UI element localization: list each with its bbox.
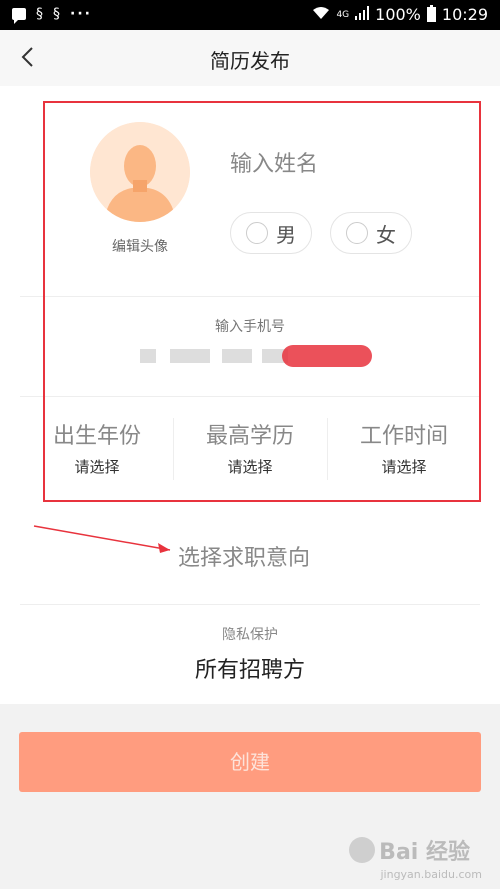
signal-icon	[355, 5, 370, 24]
watermark: Bai 经验	[349, 834, 470, 866]
radio-circle-icon	[346, 222, 368, 244]
message-icon	[12, 8, 26, 24]
picker-title: 出生年份	[52, 424, 141, 449]
privacy-label: 隐私保护	[222, 627, 278, 643]
redacted-block	[140, 349, 156, 363]
birth-year-picker[interactable]: 出生年份 请选择	[20, 418, 174, 484]
phone-label: 输入手机号	[215, 319, 285, 335]
redaction-mark	[282, 345, 372, 367]
gender-male-label: 男	[276, 222, 296, 247]
status-bar: § § ··· 4G 100% 10:29	[0, 0, 500, 30]
picker-value: 请选择	[381, 458, 427, 476]
redacted-block	[170, 349, 210, 363]
top-app-bar: 简历发布	[0, 30, 500, 86]
name-input[interactable]: 输入姓名	[230, 146, 470, 180]
network-type: 4G	[336, 9, 350, 20]
edit-avatar-label[interactable]: 编辑头像	[90, 236, 190, 256]
gender-female-option[interactable]: 女	[330, 212, 412, 254]
work-experience-picker[interactable]: 工作时间 请选择	[327, 418, 481, 484]
picker-title: 工作时间	[359, 424, 448, 449]
gender-male-option[interactable]: 男	[230, 212, 312, 254]
battery-percent: 100%	[375, 5, 421, 24]
divider	[20, 604, 480, 605]
avatar[interactable]	[90, 122, 190, 222]
education-picker[interactable]: 最高学历 请选择	[173, 418, 327, 484]
status-right: 4G 100% 10:29	[312, 5, 488, 24]
radio-circle-icon	[246, 222, 268, 244]
watermark-text: Bai 经验	[379, 840, 470, 865]
app-notification-icon: §	[36, 6, 43, 22]
phone-input[interactable]	[140, 345, 376, 367]
watermark-url: jingyan.baidu.com	[380, 868, 482, 881]
clock: 10:29	[441, 5, 488, 24]
picker-value: 请选择	[227, 458, 273, 476]
divider	[20, 296, 480, 297]
person-silhouette-icon	[90, 122, 190, 222]
app-notification-icon-2: §	[53, 6, 60, 22]
battery-icon	[426, 5, 436, 22]
status-left: § § ···	[12, 6, 92, 24]
redacted-block	[222, 349, 252, 363]
privacy-setting[interactable]: 所有招聘方	[0, 652, 500, 684]
job-intention-selector[interactable]: 选择求职意向	[178, 540, 310, 572]
picker-value: 请选择	[74, 458, 120, 476]
page-title: 简历发布	[210, 49, 290, 73]
more-notifications-icon: ···	[70, 6, 92, 22]
baidu-paw-icon	[349, 837, 376, 863]
create-button[interactable]: 创建	[19, 732, 481, 792]
divider	[20, 396, 480, 397]
picker-title: 最高学历	[205, 424, 294, 449]
wifi-icon	[312, 5, 330, 24]
gender-female-label: 女	[376, 222, 396, 247]
